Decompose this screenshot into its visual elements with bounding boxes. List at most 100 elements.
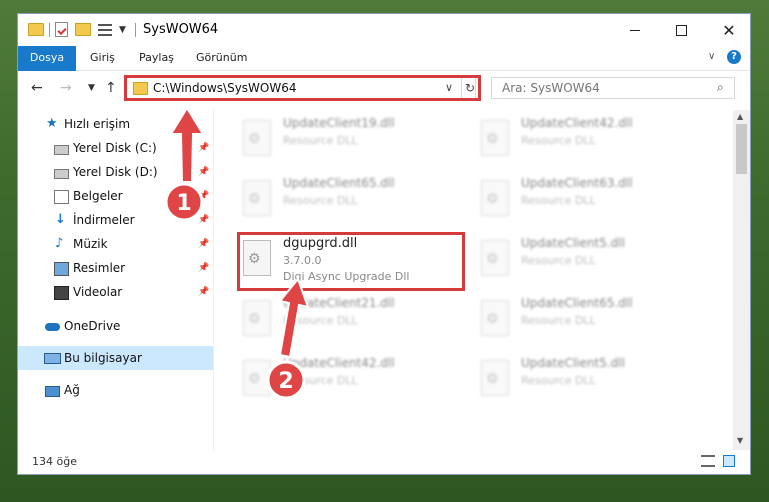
sidebar-item-onedrive[interactable]: OneDrive: [18, 314, 213, 338]
pin-icon[interactable]: 📌: [198, 208, 209, 232]
up-arrow-icon[interactable]: ↑: [105, 80, 117, 96]
pin-icon[interactable]: 📌: [198, 256, 209, 280]
expand-ribbon-icon[interactable]: ∨: [708, 51, 715, 62]
download-icon: ↓: [55, 212, 66, 227]
sidebar-item-label: Bu bilgisayar: [64, 351, 142, 365]
tab-view[interactable]: Görünüm: [196, 46, 247, 70]
dll-file-icon: [481, 120, 509, 156]
file-item[interactable]: UpdateClient42.dll Resource DLL: [461, 112, 691, 164]
sidebar-item-network[interactable]: Ağ: [18, 378, 213, 402]
scroll-down-icon[interactable]: ▼: [737, 436, 743, 445]
search-box[interactable]: ⌕: [491, 77, 735, 99]
file-name: UpdateClient5.dll: [521, 356, 625, 370]
sidebar-item-label: Videolar: [73, 285, 123, 299]
file-name: UpdateClient65.dll: [283, 176, 395, 190]
close-icon: ✕: [722, 20, 736, 40]
recent-locations-icon[interactable]: ▼: [88, 83, 95, 93]
title-separator: [135, 23, 136, 37]
file-name: UpdateClient42.dll: [521, 116, 633, 130]
folder-icon[interactable]: [28, 23, 44, 36]
properties-icon[interactable]: [55, 22, 68, 37]
cloud-icon: [45, 323, 60, 331]
file-name: UpdateClient63.dll: [521, 176, 633, 190]
sidebar-item-downloads[interactable]: ↓ İndirmeler 📌: [18, 208, 213, 232]
video-icon: [54, 286, 69, 300]
pin-icon[interactable]: 📌: [198, 160, 209, 184]
dll-file-icon: [481, 360, 509, 396]
sidebar-item-label: Yerel Disk (D:): [73, 165, 158, 179]
file-description: Resource DLL: [521, 134, 596, 147]
document-icon: [54, 190, 69, 204]
item-count: 134 öğe: [32, 455, 77, 468]
pin-icon[interactable]: 📌: [198, 136, 209, 160]
sidebar-item-this-pc[interactable]: Bu bilgisayar: [18, 346, 213, 370]
file-description: Resource DLL: [521, 254, 596, 267]
scrollbar-thumb[interactable]: [736, 124, 747, 174]
dll-file-icon: [481, 180, 509, 216]
pin-icon[interactable]: 📌: [198, 232, 209, 256]
window-title: SysWOW64: [143, 22, 219, 37]
file-item[interactable]: UpdateClient5.dll Resource DLL: [461, 352, 691, 404]
title-bar: ▼ SysWOW64 ✕: [18, 14, 750, 46]
file-item[interactable]: UpdateClient65.dll Resource DLL: [223, 172, 453, 224]
sidebar-item-label: Ağ: [64, 383, 80, 397]
explorer-window: ▼ SysWOW64 ✕ Dosya Giriş Paylaş Görünüm …: [17, 13, 751, 475]
file-item[interactable]: UpdateClient63.dll Resource DLL: [461, 172, 691, 224]
close-button[interactable]: ✕: [706, 14, 750, 46]
details-view-icon[interactable]: [701, 455, 715, 467]
customize-toolbar-icon[interactable]: ▼: [119, 25, 126, 35]
maximize-button[interactable]: [658, 14, 704, 46]
tab-share[interactable]: Paylaş: [139, 46, 174, 70]
file-item[interactable]: UpdateClient21.dll Resource DLL: [223, 292, 453, 344]
pin-icon[interactable]: 📌: [198, 280, 209, 304]
dll-file-icon: [243, 180, 271, 216]
sidebar-item-pictures[interactable]: Resimler 📌: [18, 256, 213, 280]
dll-file-icon: [243, 120, 271, 156]
file-name: UpdateClient65.dll: [521, 296, 633, 310]
pane-divider[interactable]: [213, 110, 214, 450]
file-item[interactable]: UpdateClient19.dll Resource DLL: [223, 112, 453, 164]
file-description: Resource DLL: [283, 194, 358, 207]
search-input[interactable]: [500, 80, 704, 96]
ribbon: Dosya Giriş Paylaş Görünüm ∨ ?: [18, 46, 750, 98]
tab-home[interactable]: Giriş: [90, 46, 115, 70]
sidebar-item-music[interactable]: ♪ Müzik 📌: [18, 232, 213, 256]
sidebar-item-documents[interactable]: Belgeler 📌: [18, 184, 213, 208]
pin-icon[interactable]: 📌: [198, 184, 209, 208]
search-icon[interactable]: ⌕: [717, 80, 724, 95]
dll-file-icon: [481, 300, 509, 336]
sidebar-item-local-disk-d[interactable]: Yerel Disk (D:) 📌: [18, 160, 213, 184]
file-name: UpdateClient21.dll: [283, 296, 395, 310]
file-description: Resource DLL: [283, 314, 358, 327]
sidebar-item-videos[interactable]: Videolar 📌: [18, 280, 213, 304]
sidebar-item-label: OneDrive: [64, 319, 121, 333]
file-name: UpdateClient42.dll: [283, 356, 395, 370]
pictures-icon: [54, 262, 69, 276]
file-name: UpdateClient19.dll: [283, 116, 395, 130]
scroll-up-icon[interactable]: ▲: [737, 112, 743, 121]
sidebar-item-local-disk-c[interactable]: Yerel Disk (C:) 📌: [18, 136, 213, 160]
view-icon[interactable]: [98, 23, 112, 36]
file-item[interactable]: UpdateClient5.dll Resource DLL: [461, 232, 691, 284]
sidebar-item-label: Hızlı erişim: [64, 117, 131, 131]
back-arrow-icon[interactable]: ←: [31, 80, 43, 96]
music-icon: ♪: [55, 236, 64, 251]
large-icons-view-icon[interactable]: [723, 455, 735, 467]
sidebar-item-quick-access[interactable]: ★ Hızlı erişim: [18, 112, 213, 136]
drive-icon: [54, 169, 69, 179]
file-description: Resource DLL: [521, 314, 596, 327]
new-folder-icon[interactable]: [75, 23, 91, 36]
sidebar-item-label: Belgeler: [73, 189, 123, 203]
file-name: UpdateClient5.dll: [521, 236, 625, 250]
star-icon: ★: [46, 116, 58, 131]
forward-arrow-icon[interactable]: →: [60, 80, 72, 96]
vertical-scrollbar[interactable]: ▲ ▼: [733, 110, 750, 450]
address-highlight-box: [124, 75, 481, 101]
help-icon[interactable]: ?: [727, 50, 741, 64]
quick-access-toolbar: ▼: [28, 22, 126, 37]
maximize-icon: [675, 24, 687, 36]
minimize-button[interactable]: [612, 14, 658, 46]
sidebar-item-label: İndirmeler: [73, 213, 135, 227]
file-item[interactable]: UpdateClient65.dll Resource DLL: [461, 292, 691, 344]
file-item[interactable]: UpdateClient42.dll Resource DLL: [223, 352, 453, 404]
